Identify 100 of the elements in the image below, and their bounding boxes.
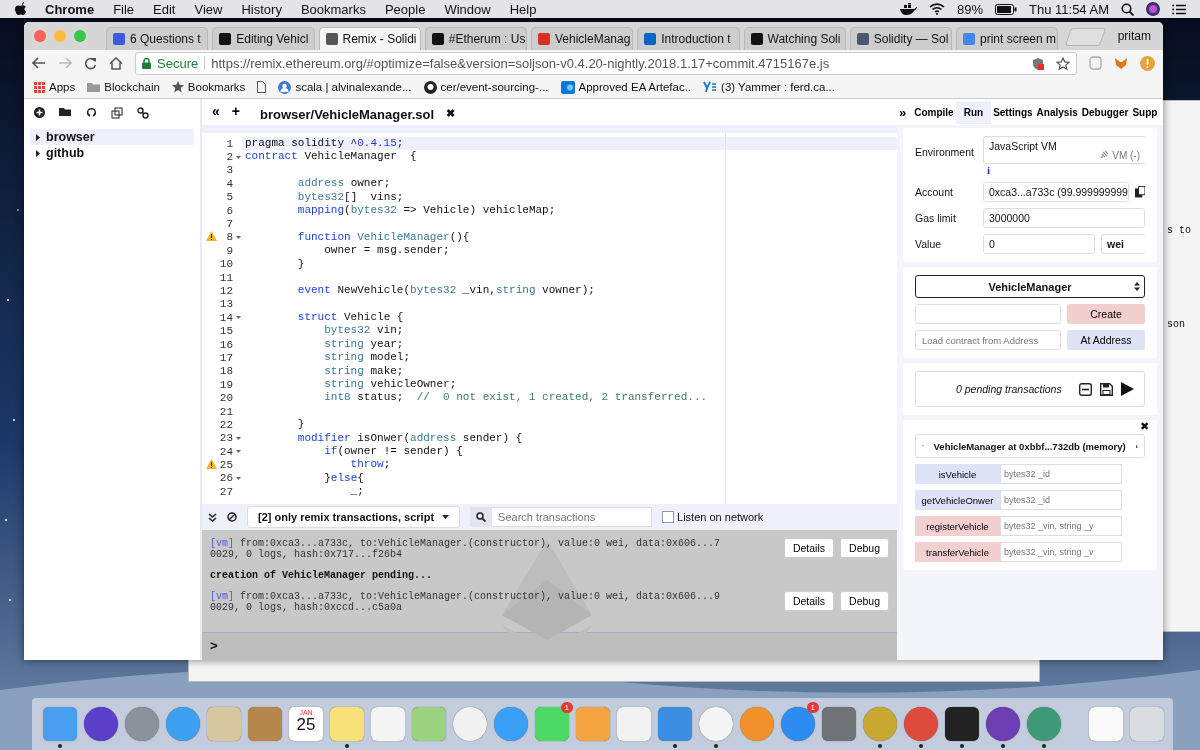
- instance-header[interactable]: VehicleManager at 0xbbf...732db (memory): [915, 434, 1145, 458]
- panel-tab[interactable]: Supp: [1130, 100, 1160, 124]
- gas-limit-field[interactable]: 3000000: [983, 208, 1145, 228]
- function-button[interactable]: transferVehicle: [915, 542, 1000, 562]
- clear-icon[interactable]: [227, 512, 237, 522]
- browser-tab[interactable]: print screen m: [956, 27, 1059, 50]
- fold-caret-icon[interactable]: [235, 155, 241, 159]
- list-icon[interactable]: [1172, 3, 1186, 15]
- panel-tab[interactable]: Compile: [912, 100, 956, 124]
- play-icon[interactable]: [1121, 382, 1134, 396]
- panel-tab[interactable]: Debugger: [1079, 100, 1131, 124]
- battery-icon[interactable]: [995, 3, 1017, 15]
- menu-item[interactable]: Help: [509, 1, 537, 17]
- menu-item[interactable]: History: [241, 1, 282, 17]
- folder-icon[interactable]: [59, 107, 72, 117]
- close-icon[interactable]: ✖: [1140, 420, 1149, 433]
- address-input[interactable]: Load contract from Address: [915, 330, 1061, 350]
- minus-box-icon[interactable]: [1079, 382, 1092, 396]
- bookmark[interactable]: Apps: [34, 81, 76, 93]
- panel-tab[interactable]: Analysis: [1034, 100, 1080, 124]
- browser-tab[interactable]: Solidity — Sol: [849, 27, 952, 50]
- fox-icon[interactable]: [1114, 56, 1128, 70]
- search-field[interactable]: Search transactions: [492, 507, 653, 527]
- github-icon[interactable]: [86, 107, 97, 118]
- fold-caret-icon[interactable]: [235, 450, 241, 454]
- browser-tab[interactable]: VehicleManag: [531, 27, 634, 50]
- unit-select[interactable]: wei: [1101, 234, 1145, 254]
- argument-field[interactable]: bytes32 _vin, string _v: [1000, 542, 1122, 562]
- panel-tab[interactable]: Run: [955, 100, 992, 124]
- filter-dropdown[interactable]: [2] only remix transactions, script: [247, 506, 461, 528]
- browser-tab[interactable]: 6 Questions t: [106, 27, 209, 50]
- value-field[interactable]: 0: [983, 234, 1095, 254]
- app-icon[interactable]: [781, 707, 815, 741]
- home-icon[interactable]: [109, 56, 123, 70]
- star-icon[interactable]: [1056, 56, 1070, 70]
- close-icon[interactable]: ✖: [446, 107, 456, 120]
- expand-button[interactable]: »: [897, 104, 913, 120]
- function-button[interactable]: getVehicleOnwer: [915, 490, 1000, 510]
- fold-caret-icon[interactable]: [235, 476, 241, 480]
- bookmark[interactable]: Bookmarks: [171, 81, 246, 93]
- browser-tab[interactable]: Introduction t: [637, 27, 740, 50]
- profile-name[interactable]: pritam: [1117, 29, 1151, 43]
- argument-field[interactable]: bytes32 _id: [1000, 464, 1122, 484]
- browser-tab[interactable]: Remix - Solidi: [318, 27, 421, 50]
- menu-app-name[interactable]: Chrome: [45, 1, 95, 17]
- browser-tab[interactable]: Watching Soli: [743, 27, 846, 50]
- address-bar[interactable]: Secure https://remix.ethereum.org/#optimize=false&version=soljson-v0.4.20-nightly.2018.1.17+commit.4715167e.js: [135, 51, 1077, 75]
- environment-select[interactable]: JavaScript VM VM (-): [983, 136, 1145, 164]
- menu-item[interactable]: File: [113, 1, 135, 17]
- bookmark[interactable]: [257, 81, 267, 93]
- whale-icon[interactable]: [899, 3, 917, 15]
- argument-field[interactable]: bytes32 _id: [1000, 490, 1122, 510]
- constructor-input[interactable]: [915, 304, 1061, 324]
- checkbox[interactable]: [662, 511, 675, 523]
- bookmark[interactable]: (3) Yammer : ferd.ca...: [703, 81, 835, 93]
- shield-icon[interactable]: [1032, 56, 1044, 70]
- argument-field[interactable]: bytes32 _vin, string _y: [1000, 516, 1122, 536]
- app-icon[interactable]: [945, 707, 979, 741]
- collapse-button[interactable]: «: [212, 103, 220, 125]
- terminal-prompt[interactable]: >: [210, 639, 218, 654]
- create-button[interactable]: Create: [1067, 304, 1145, 324]
- warning-icon[interactable]: [206, 231, 217, 242]
- app-icon[interactable]: [986, 707, 1020, 741]
- info-link[interactable]: i: [983, 164, 1145, 176]
- add-file-icon[interactable]: [34, 107, 45, 118]
- add-file-button[interactable]: +: [231, 103, 240, 125]
- menu-item[interactable]: Bookmarks: [300, 1, 366, 17]
- log-button[interactable]: Debug: [840, 591, 889, 611]
- function-button[interactable]: registerVehicle: [915, 516, 1000, 536]
- app-icon[interactable]: [84, 707, 118, 741]
- log-button[interactable]: Debug: [840, 538, 889, 558]
- copy-icon[interactable]: [111, 107, 123, 119]
- menu-item[interactable]: View: [194, 1, 223, 17]
- file-tree-item[interactable]: browser: [30, 129, 194, 145]
- account-select[interactable]: 0xca3...a733c (99.999999999: [983, 182, 1130, 202]
- link-icon[interactable]: [137, 107, 149, 119]
- fold-caret-icon[interactable]: [235, 436, 241, 440]
- fold-caret-icon[interactable]: [235, 316, 241, 320]
- menu-item[interactable]: Edit: [153, 1, 176, 17]
- bookmark[interactable]: cer/event-sourcing-...: [423, 80, 549, 94]
- at-address-button[interactable]: At Address: [1067, 330, 1145, 350]
- panel-tab[interactable]: Settings: [991, 100, 1035, 124]
- warning-icon[interactable]: [206, 459, 217, 470]
- wifi-icon[interactable]: [929, 3, 945, 15]
- search-icon[interactable]: [1121, 2, 1134, 16]
- menu-item[interactable]: People: [384, 1, 426, 17]
- bookmark[interactable]: Approved EA Artefac..: [560, 80, 692, 94]
- reload-icon[interactable]: [84, 56, 97, 70]
- log-button[interactable]: Details: [783, 591, 835, 611]
- collapse-down-icon[interactable]: [208, 512, 217, 522]
- file-tree-item[interactable]: github: [30, 145, 194, 161]
- menu-item[interactable]: Window: [444, 1, 491, 17]
- browser-tab[interactable]: #Etherum : Us: [424, 27, 527, 50]
- menubar-clock[interactable]: Thu 11:54 AM: [1029, 1, 1109, 17]
- app-icon[interactable]: [904, 707, 938, 741]
- function-button[interactable]: isVehicle: [915, 464, 1000, 484]
- siri-icon[interactable]: [1146, 2, 1160, 16]
- contract-select[interactable]: VehicleManager: [915, 275, 1145, 298]
- fold-caret-icon[interactable]: [235, 235, 241, 239]
- log-button[interactable]: Details: [783, 538, 835, 558]
